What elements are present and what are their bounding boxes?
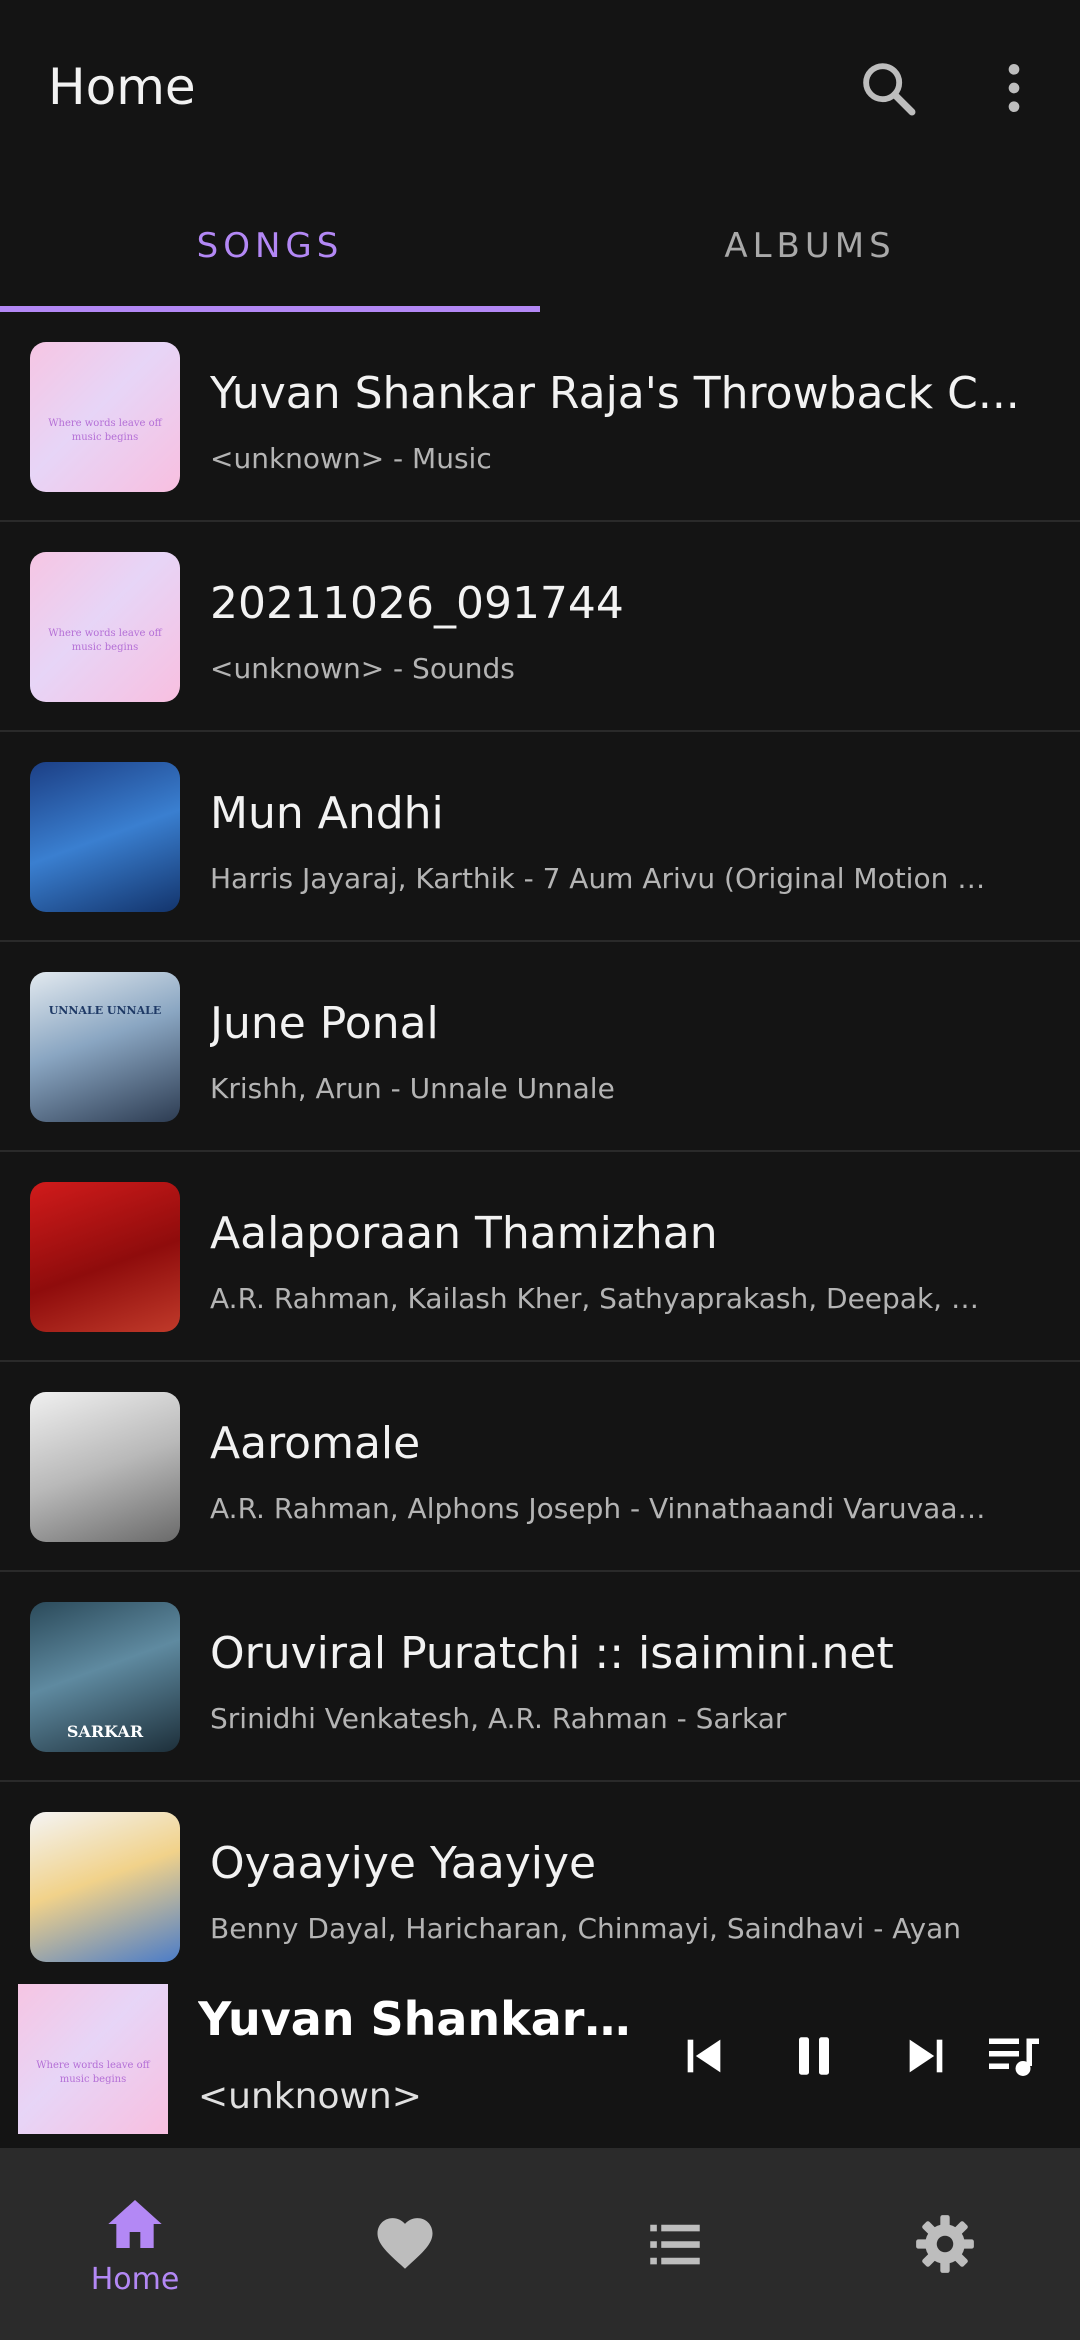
nav-favorites[interactable] [270, 2148, 540, 2340]
song-subtitle: Harris Jayaraj, Karthik - 7 Aum Arivu (O… [210, 862, 990, 895]
nav-home-label: Home [90, 2261, 180, 2297]
song-subtitle: Benny Dayal, Haricharan, Chinmayi, Saind… [210, 1912, 961, 1945]
more-options-button[interactable] [966, 40, 1062, 136]
album-art-text: music begins [59, 2074, 127, 2085]
song-title: June Ponal [210, 998, 439, 1049]
mini-player[interactable]: Where words leave off music begins Yuvan… [0, 1978, 1080, 2148]
song-row[interactable]: Mun Andhi Harris Jayaraj, Karthik - 7 Au… [0, 732, 1080, 942]
album-art: SARKAR [30, 1602, 180, 1752]
album-art-text: UNNALE UNNALE [48, 1004, 162, 1017]
tab-bar: SONGS ALBUMS [0, 180, 1080, 312]
queue-button[interactable] [966, 2008, 1062, 2104]
album-art: Where words leave off music begins [30, 342, 180, 492]
search-icon [863, 63, 916, 116]
queue-music-icon [989, 2038, 1039, 2076]
song-row[interactable]: UNNALE UNNALE June Ponal Krishh, Arun - … [0, 942, 1080, 1152]
song-row[interactable]: Aaromale A.R. Rahman, Alphons Joseph - V… [0, 1362, 1080, 1572]
album-art: UNNALE UNNALE [30, 972, 180, 1122]
song-title: Mun Andhi [210, 788, 444, 839]
song-row[interactable]: SARKAR Oruviral Puratchi :: isaimini.net… [0, 1572, 1080, 1782]
album-art-text: Where words leave off [48, 418, 162, 429]
list-icon [650, 2224, 700, 2265]
song-row[interactable]: Aalaporaan Thamizhan A.R. Rahman, Kailas… [0, 1152, 1080, 1362]
album-art-text: Where words leave off [48, 628, 162, 639]
more-vertical-icon [1008, 64, 1020, 112]
album-art-text: music begins [71, 432, 139, 443]
song-row[interactable]: Where words leave off music begins 20211… [0, 522, 1080, 732]
search-button[interactable] [840, 40, 936, 136]
song-row[interactable]: Where words leave off music begins Yuvan… [0, 312, 1080, 522]
song-title: Oruviral Puratchi :: isaimini.net [210, 1628, 894, 1679]
pause-icon [799, 2037, 829, 2075]
song-subtitle: <unknown> - Sounds [210, 652, 515, 685]
album-art [30, 762, 180, 912]
pause-button[interactable] [766, 2008, 862, 2104]
album-art-text: music begins [71, 642, 139, 653]
song-title: Yuvan Shankar Raja's Throwback C... [210, 368, 1020, 419]
album-art [30, 1392, 180, 1542]
now-playing-art: Where words leave off music begins [18, 1984, 168, 2134]
album-art: Where words leave off music begins [30, 552, 180, 702]
album-art-text: Where words leave off [36, 2060, 150, 2071]
song-row[interactable]: Oyaayiye Yaayiye Benny Dayal, Haricharan… [0, 1782, 1080, 1978]
song-subtitle: Srinidhi Venkatesh, A.R. Rahman - Sarkar [210, 1702, 787, 1735]
bottom-navigation: Home [0, 2148, 1080, 2340]
tab-songs[interactable]: SONGS [0, 180, 540, 312]
song-subtitle: <unknown> - Music [210, 442, 492, 475]
gear-icon [916, 2215, 974, 2273]
song-subtitle: A.R. Rahman, Kailash Kher, Sathyaprakash… [210, 1282, 990, 1315]
skip-previous-icon [687, 2039, 721, 2073]
song-title: Aaromale [210, 1418, 421, 1469]
now-playing-title: Yuvan Shankar Ra... [198, 1992, 638, 2046]
previous-button[interactable] [656, 2008, 752, 2104]
song-title: 20211026_091744 [210, 578, 624, 629]
album-art-text: SARKAR [66, 1722, 144, 1741]
nav-playlists[interactable] [540, 2148, 810, 2340]
album-art [30, 1812, 180, 1962]
song-title: Oyaayiye Yaayiye [210, 1838, 597, 1889]
nav-settings[interactable] [810, 2148, 1080, 2340]
page-title: Home [48, 58, 196, 116]
home-icon [108, 2199, 162, 2248]
heart-icon [377, 2218, 433, 2269]
skip-next-icon [909, 2039, 943, 2073]
app-bar: Home [0, 0, 1080, 180]
song-subtitle: A.R. Rahman, Alphons Joseph - Vinnathaan… [210, 1492, 990, 1525]
album-art [30, 1182, 180, 1332]
song-list[interactable]: Where words leave off music begins Yuvan… [0, 312, 1080, 1978]
next-button[interactable] [878, 2008, 974, 2104]
now-playing-artist: <unknown> [198, 2076, 422, 2117]
nav-home[interactable]: Home [0, 2148, 270, 2340]
song-title: Aalaporaan Thamizhan [210, 1208, 718, 1259]
song-subtitle: Krishh, Arun - Unnale Unnale [210, 1072, 615, 1105]
tab-albums[interactable]: ALBUMS [540, 180, 1080, 312]
